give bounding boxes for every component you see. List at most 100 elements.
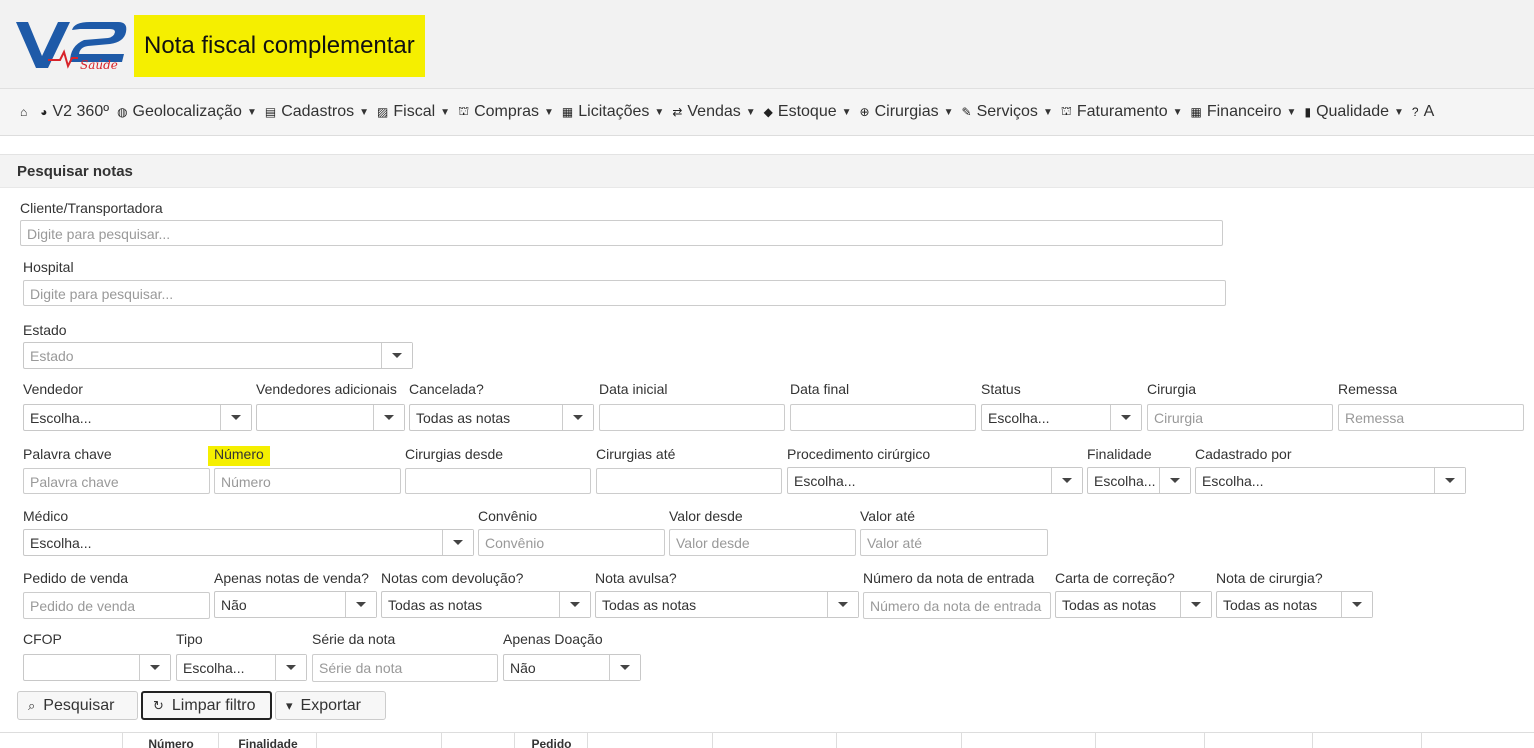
pesquisar-button[interactable]: ⌕ Pesquisar: [17, 691, 138, 720]
calculator-icon: ▦: [1190, 105, 1202, 119]
numero-input[interactable]: Número: [214, 468, 401, 494]
valor-ate-input[interactable]: Valor até: [860, 529, 1048, 556]
valor-desde-input[interactable]: Valor desde: [669, 529, 856, 556]
nota-entrada-input[interactable]: Número da nota de entrada: [863, 592, 1051, 619]
chevron-down-icon[interactable]: [559, 592, 590, 617]
cirurgia-input[interactable]: Cirurgia: [1147, 404, 1333, 431]
nav-item-faturamento[interactable]: ⛫ Faturamento ▼: [1061, 103, 1183, 121]
column-header-empty[interactable]: [712, 733, 837, 748]
chevron-down-icon[interactable]: [1051, 468, 1082, 493]
apenas-doacao-select[interactable]: Não: [503, 654, 641, 681]
remessa-input[interactable]: Remessa: [1338, 404, 1524, 431]
chevron-down-icon[interactable]: [609, 655, 640, 680]
nav-item-estoque[interactable]: ◆ Estoque ▼: [764, 103, 852, 121]
cirurgias-ate-input[interactable]: [596, 468, 782, 494]
serie-input[interactable]: Série da nota: [312, 654, 498, 682]
chevron-down-icon[interactable]: [373, 405, 404, 430]
palavra-chave-label: Palavra chave: [23, 446, 112, 462]
cancelada-select[interactable]: Todas as notas: [409, 404, 594, 431]
chevron-down-icon[interactable]: [345, 592, 376, 617]
cliente-input[interactable]: Digite para pesquisar...: [20, 220, 1223, 246]
exportar-button[interactable]: ▾ Exportar: [275, 691, 386, 720]
apenas-venda-select[interactable]: Não: [214, 591, 377, 618]
status-select-value: Escolha...: [988, 410, 1050, 426]
column-header-empty[interactable]: [836, 733, 962, 748]
app-header: Saúde Nota fiscal complementar: [0, 0, 1534, 88]
cfop-select[interactable]: [23, 654, 171, 681]
medico-label: Médico: [23, 508, 69, 524]
nav-item-compras[interactable]: ⛫ Compras ▼: [458, 103, 554, 121]
nav-item-v2-360-[interactable]: ◕ V2 360º: [40, 103, 109, 121]
procedimento-select-value: Escolha...: [794, 473, 856, 489]
nav-item-cirurgias[interactable]: ⊕ Cirurgias ▼: [860, 103, 954, 121]
chevron-down-icon[interactable]: [1434, 468, 1465, 493]
column-header-empty[interactable]: [1095, 733, 1205, 748]
nav-item-fiscal[interactable]: ▨ Fiscal ▼: [377, 103, 450, 121]
limpar-filtro-button[interactable]: ↻ Limpar filtro: [141, 691, 272, 720]
carta-correcao-select-value: Todas as notas: [1062, 597, 1157, 613]
chevron-down-icon[interactable]: [381, 343, 412, 368]
convenio-input[interactable]: Convênio: [478, 529, 665, 556]
procedimento-select[interactable]: Escolha...: [787, 467, 1083, 494]
cfop-label: CFOP: [23, 631, 62, 647]
nav-item-geolocaliza-o[interactable]: ◍ Geolocalização ▼: [117, 103, 257, 121]
nav-item-cadastros[interactable]: ▤ Cadastros ▼: [265, 103, 369, 121]
nav-item-licita-es[interactable]: ▦ Licitações ▼: [562, 103, 664, 121]
hospital-input[interactable]: Digite para pesquisar...: [23, 280, 1226, 306]
devolucao-select[interactable]: Todas as notas: [381, 591, 591, 618]
chevron-down-icon[interactable]: [442, 530, 473, 555]
column-header-empty[interactable]: [587, 733, 713, 748]
medico-select-value: Escolha...: [30, 535, 92, 551]
chevron-down-icon[interactable]: [1341, 592, 1372, 617]
chevron-down-icon[interactable]: [1110, 405, 1141, 430]
home-icon: ⌂: [20, 105, 28, 119]
column-header-empty[interactable]: [1421, 733, 1534, 748]
data-final-input[interactable]: [790, 404, 976, 431]
nav-item-label: Fiscal: [393, 103, 436, 120]
fiscal-icon: ▨: [377, 105, 389, 119]
chevron-down-icon[interactable]: [1180, 592, 1211, 617]
nav-item-home[interactable]: ⌂: [20, 105, 32, 119]
cadastrado-por-select-value: Escolha...: [1202, 473, 1264, 489]
nota-cirurgia-select[interactable]: Todas as notas: [1216, 591, 1373, 618]
nota-cirurgia-label: Nota de cirurgia?: [1216, 570, 1323, 586]
nav-item-financeiro[interactable]: ▦ Financeiro ▼: [1191, 103, 1297, 121]
chevron-down-icon[interactable]: [1159, 468, 1190, 493]
column-header-empty[interactable]: [316, 733, 442, 748]
palavra-chave-input[interactable]: Palavra chave: [23, 468, 210, 494]
chevron-down-icon[interactable]: [275, 655, 306, 680]
chevron-down-icon[interactable]: [562, 405, 593, 430]
chevron-down-icon[interactable]: [827, 592, 858, 617]
pedido-venda-input[interactable]: Pedido de venda: [23, 592, 210, 619]
nav-item-label: Vendas: [687, 103, 741, 120]
column-header-finalidade[interactable]: Finalidade: [218, 733, 317, 748]
tipo-select-value: Escolha...: [183, 660, 245, 676]
caret-down-icon: ▼: [359, 106, 370, 118]
column-header-empty[interactable]: [961, 733, 1096, 748]
finalidade-select[interactable]: Escolha...: [1087, 467, 1191, 494]
data-inicial-input[interactable]: [599, 404, 785, 431]
vendedor-select[interactable]: Escolha...: [23, 404, 252, 431]
column-header-empty[interactable]: [441, 733, 515, 748]
nav-item-qualidade[interactable]: ▮ Qualidade ▼: [1304, 103, 1403, 121]
nav-item-vendas[interactable]: ⇄ Vendas ▼: [672, 103, 755, 121]
caret-down-icon: ▼: [1172, 106, 1183, 118]
status-select[interactable]: Escolha...: [981, 404, 1142, 431]
chevron-down-icon[interactable]: [220, 405, 251, 430]
tipo-select[interactable]: Escolha...: [176, 654, 307, 681]
vendedores-adicionais-select[interactable]: [256, 404, 405, 431]
cadastrado-por-select[interactable]: Escolha...: [1195, 467, 1466, 494]
medico-select[interactable]: Escolha...: [23, 529, 474, 556]
column-header-empty[interactable]: [1312, 733, 1422, 748]
nav-item-servi-os[interactable]: ✎ Serviços ▼: [962, 103, 1053, 121]
avulsa-select[interactable]: Todas as notas: [595, 591, 859, 618]
carta-correcao-select[interactable]: Todas as notas: [1055, 591, 1212, 618]
column-header-empty[interactable]: [1204, 733, 1313, 748]
column-header-numero[interactable]: Número: [122, 733, 219, 748]
nav-item-a[interactable]: ? A: [1412, 103, 1434, 121]
estado-select[interactable]: Estado: [23, 342, 413, 369]
chevron-down-icon[interactable]: [139, 655, 170, 680]
cirurgias-desde-input[interactable]: [405, 468, 591, 494]
column-header-pedido[interactable]: Pedido: [514, 733, 588, 748]
v2-saude-logo[interactable]: Saúde: [14, 16, 130, 72]
